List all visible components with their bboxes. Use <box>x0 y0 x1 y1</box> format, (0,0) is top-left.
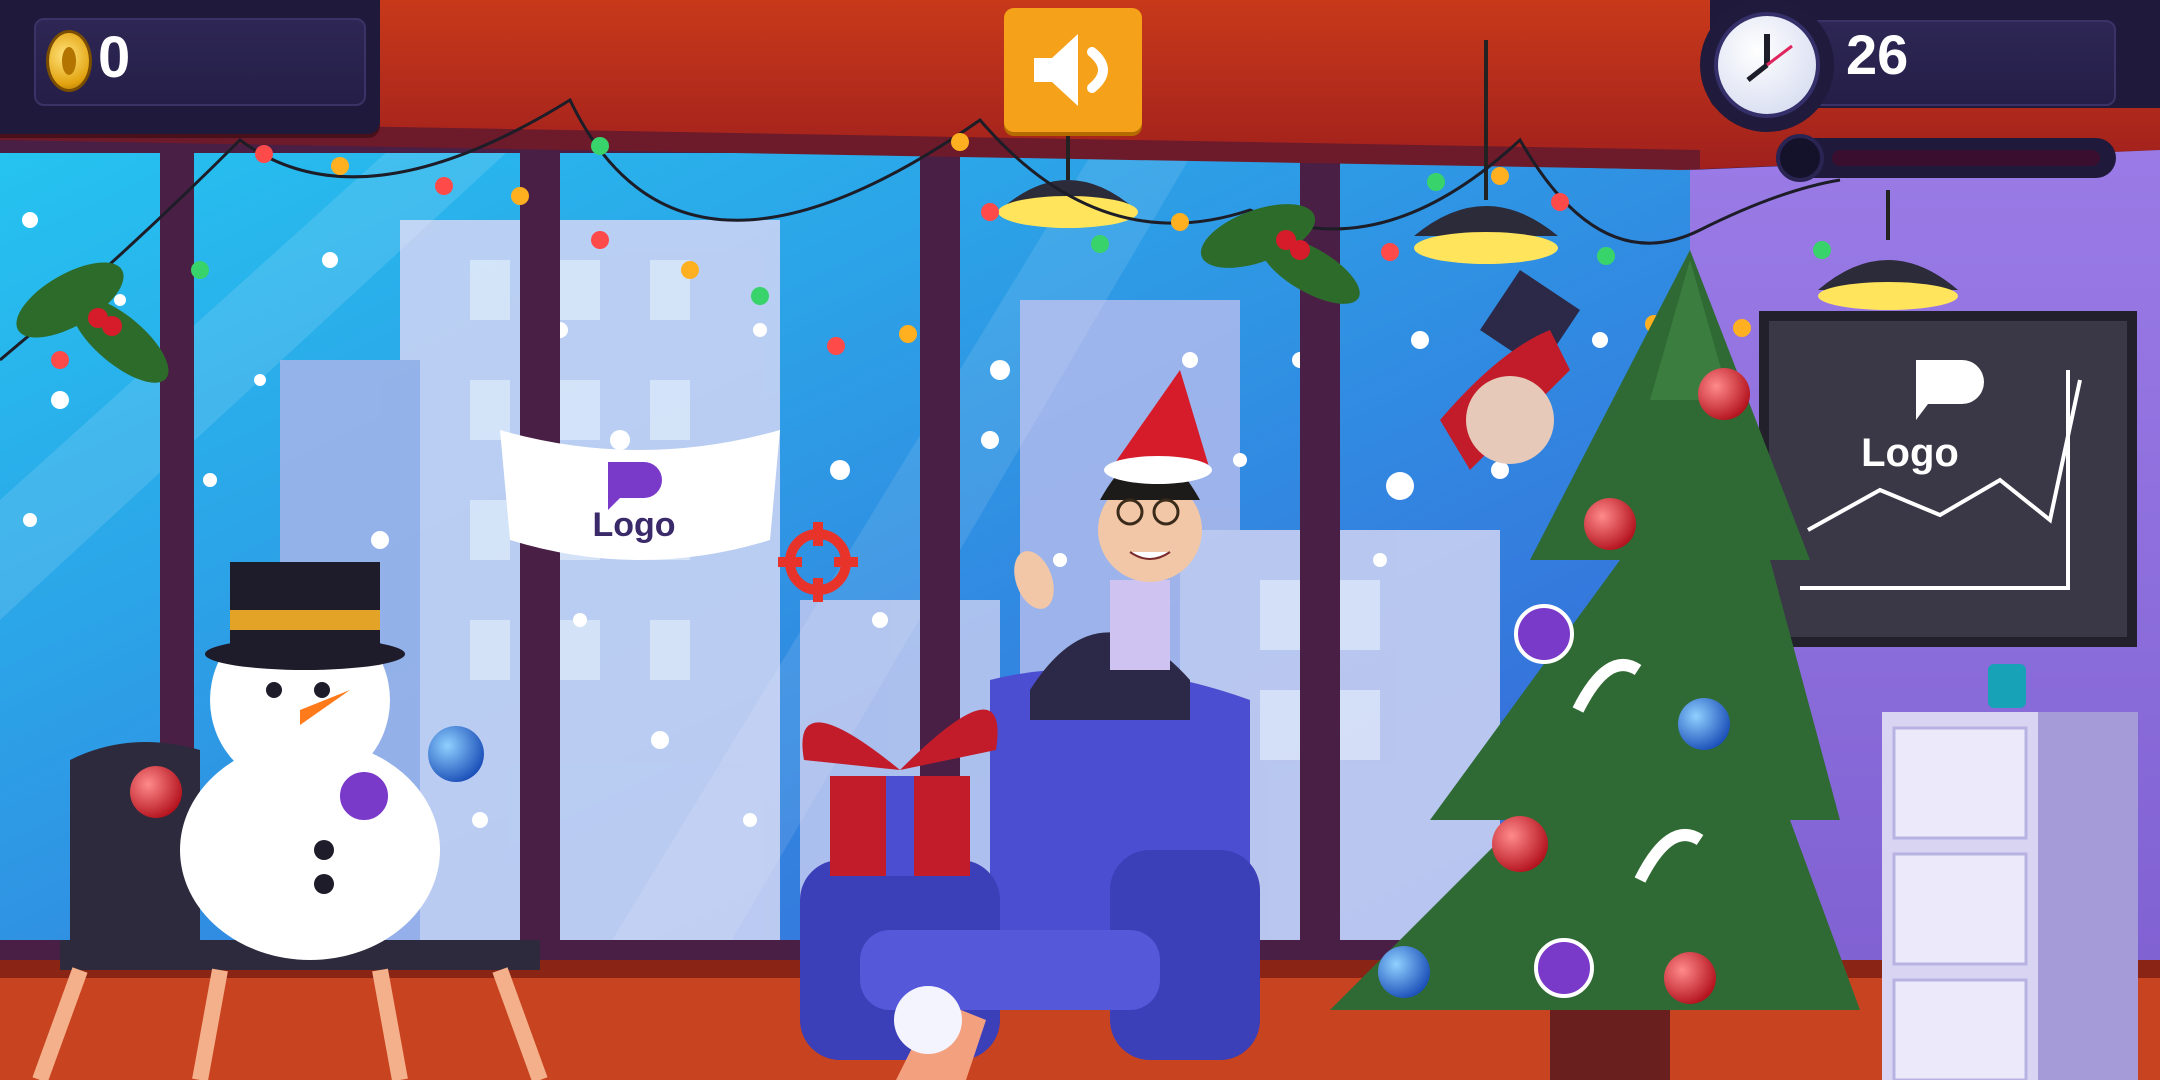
time-left: 26 <box>1846 23 1909 86</box>
coin-count: 0 <box>98 25 131 90</box>
clock-icon <box>1700 0 1834 132</box>
coin-panel: 0 <box>0 0 380 134</box>
speaker-icon <box>1034 34 1108 106</box>
progress-track <box>1832 150 2100 166</box>
filing-cabinet <box>1882 712 2138 1080</box>
banner-logo-text: Logo <box>592 506 675 544</box>
progress-knob <box>1776 134 1824 182</box>
coin-icon <box>46 30 92 92</box>
mug <box>1988 664 2026 708</box>
sound-toggle-button[interactable] <box>1004 8 1142 132</box>
level-progress-bar <box>1776 134 2116 182</box>
chalkboard-logo-text: Logo <box>1861 431 1959 475</box>
chalkboard: Logo <box>1759 311 2137 647</box>
